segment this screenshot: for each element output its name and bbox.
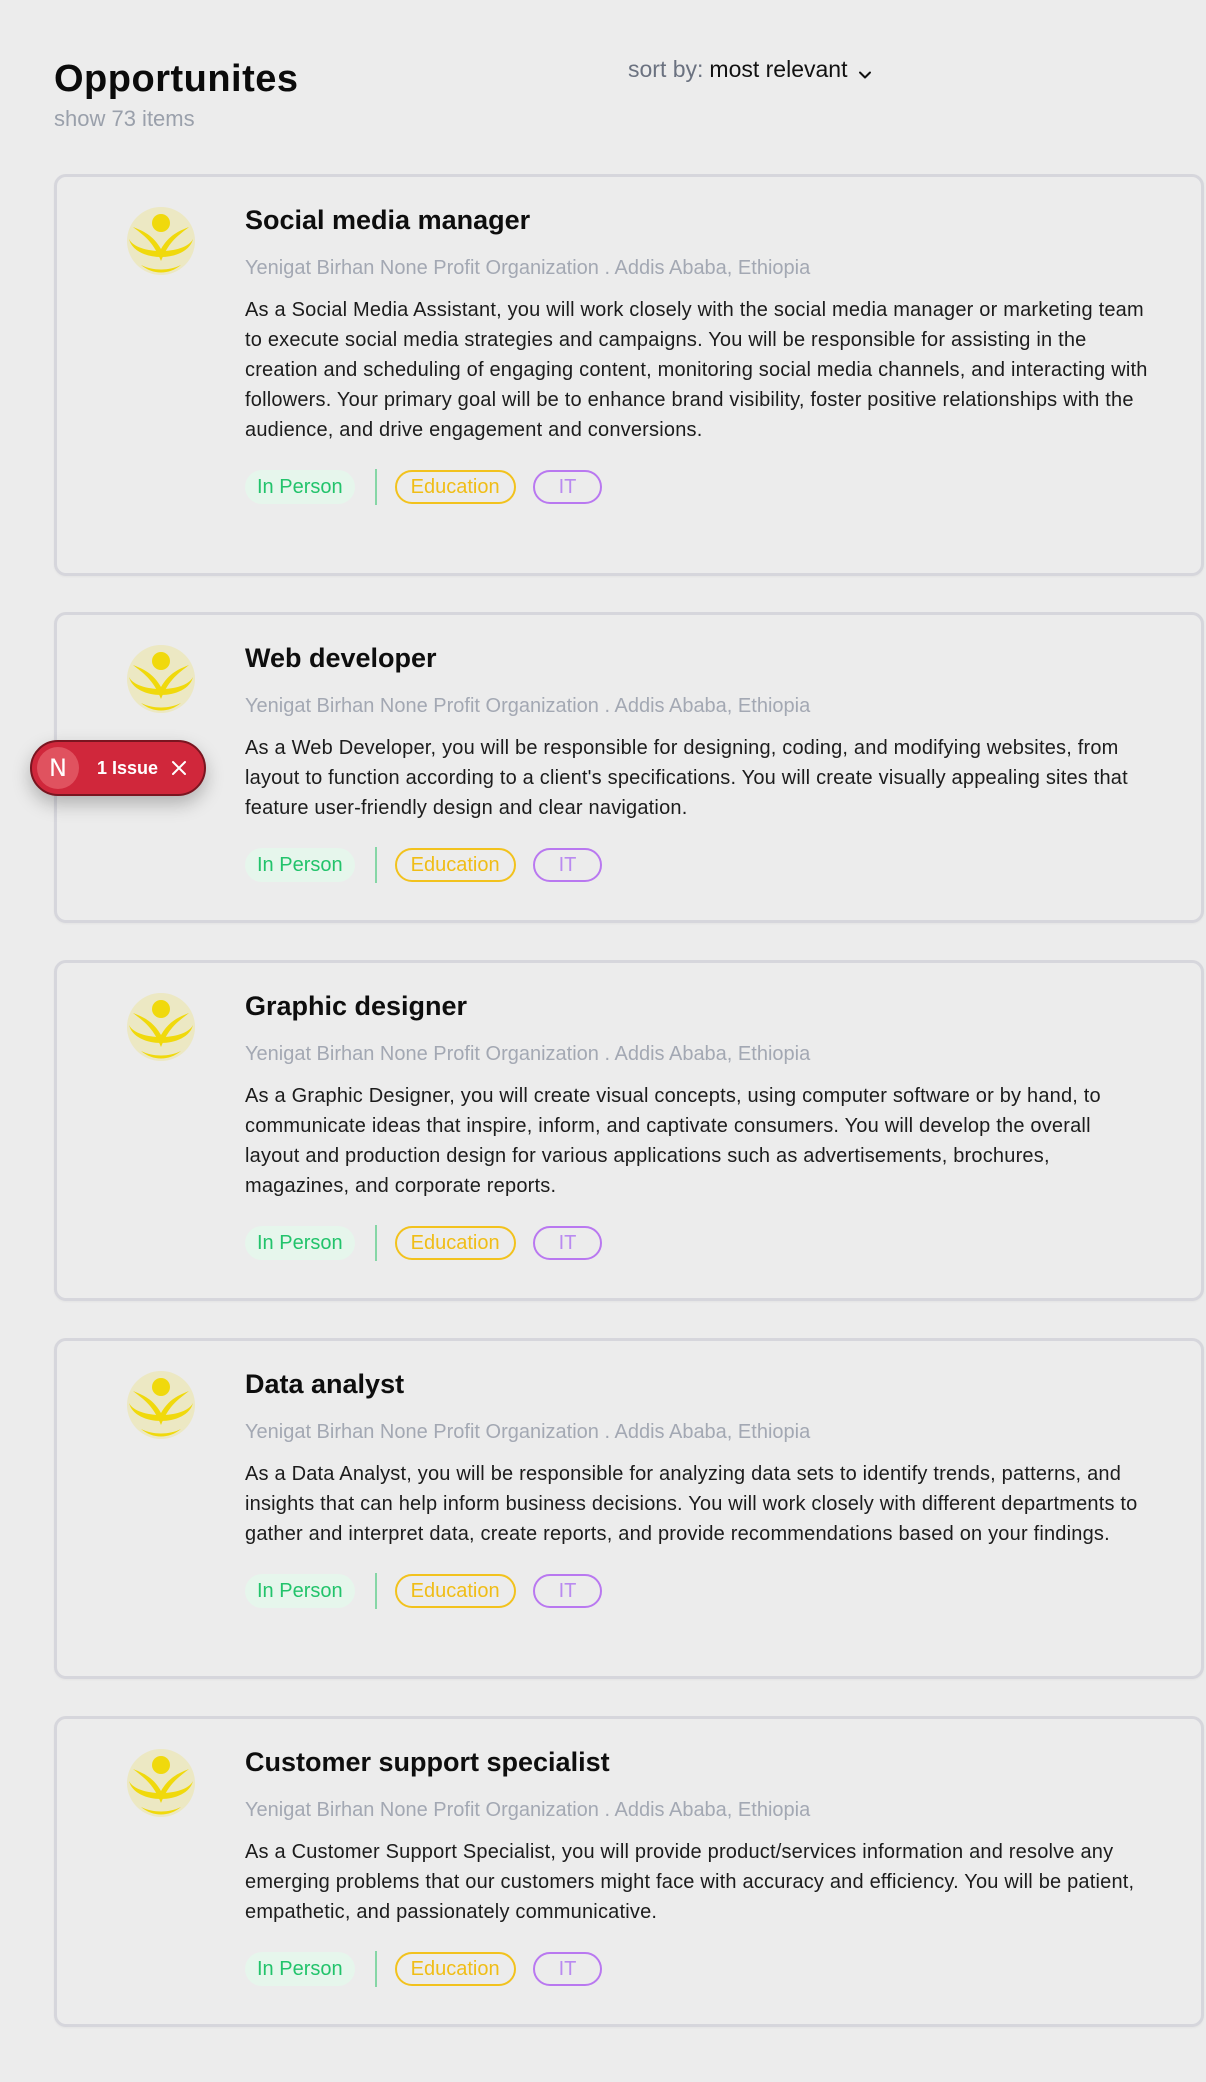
job-organization: Yenigat Birhan None Profit Organization …	[245, 1043, 811, 1065]
tag-in-person: In Person	[245, 1226, 355, 1260]
job-card[interactable]: Data analyst Yenigat Birhan None Profit …	[54, 1338, 1204, 1679]
job-card[interactable]: Web developer Yenigat Birhan None Profit…	[54, 612, 1204, 923]
job-organization: Yenigat Birhan None Profit Organization …	[245, 1799, 811, 1821]
page-title: Opportunites	[54, 58, 299, 100]
tag-in-person: In Person	[245, 1574, 355, 1608]
tag-education: Education	[394, 848, 516, 882]
tag-divider	[374, 469, 377, 505]
page-header: Opportunites show 73 items	[54, 56, 299, 132]
job-description: As a Customer Support Specialist, you wi…	[245, 1841, 1135, 1923]
job-card[interactable]: Social media manager Yenigat Birhan None…	[54, 174, 1204, 576]
tag-it: IT	[532, 1574, 603, 1608]
job-title[interactable]: Web developer	[245, 641, 1151, 675]
job-title[interactable]: Graphic designer	[245, 989, 1151, 1023]
job-title[interactable]: Data analyst	[245, 1367, 1151, 1401]
tag-divider	[374, 847, 377, 883]
item-count: show 73 items	[54, 106, 195, 131]
tag-divider	[374, 1573, 377, 1609]
organization-logo-icon	[125, 991, 197, 1063]
organization-logo-icon	[125, 1747, 197, 1819]
job-organization: Yenigat Birhan None Profit Organization …	[245, 1421, 811, 1443]
tag-divider	[374, 1951, 377, 1987]
job-organization: Yenigat Birhan None Profit Organization …	[245, 257, 811, 279]
job-card[interactable]: Customer support specialist Yenigat Birh…	[54, 1716, 1204, 2027]
organization-logo-icon	[125, 643, 197, 715]
tag-it: IT	[532, 848, 603, 882]
job-description: As a Social Media Assistant, you will wo…	[245, 299, 1148, 441]
tag-it: IT	[532, 1226, 603, 1260]
tag-education: Education	[394, 470, 516, 504]
job-organization: Yenigat Birhan None Profit Organization …	[245, 695, 811, 717]
organization-logo-icon	[125, 205, 197, 277]
tag-in-person: In Person	[245, 1952, 355, 1986]
tag-education: Education	[394, 1574, 516, 1608]
tag-it: IT	[532, 1952, 603, 1986]
job-description: As a Graphic Designer, you will create v…	[245, 1085, 1101, 1197]
sort-value: most relevant	[709, 56, 848, 82]
tag-education: Education	[394, 1226, 516, 1260]
tag-in-person: In Person	[245, 470, 355, 504]
job-title[interactable]: Social media manager	[245, 203, 1151, 237]
close-icon[interactable]	[170, 759, 188, 777]
next-logo-icon: N	[37, 747, 79, 789]
job-tags: In Person Education IT	[245, 847, 1151, 883]
tag-in-person: In Person	[245, 848, 355, 882]
sort-label: sort by:	[628, 56, 704, 82]
job-title[interactable]: Customer support specialist	[245, 1745, 1151, 1779]
tag-divider	[374, 1225, 377, 1261]
issues-badge[interactable]: N 1 Issue	[30, 740, 206, 796]
chevron-down-icon	[857, 62, 873, 78]
issue-count: 1 Issue	[97, 757, 159, 778]
job-card[interactable]: Graphic designer Yenigat Birhan None Pro…	[54, 960, 1204, 1301]
organization-logo-icon	[125, 1369, 197, 1441]
job-description: As a Web Developer, you will be responsi…	[245, 737, 1128, 819]
job-tags: In Person Education IT	[245, 1951, 1151, 1987]
job-tags: In Person Education IT	[245, 1225, 1151, 1261]
job-tags: In Person Education IT	[245, 1573, 1151, 1609]
job-description: As a Data Analyst, you will be responsib…	[245, 1463, 1138, 1545]
job-tags: In Person Education IT	[245, 469, 1151, 505]
sort-dropdown[interactable]: sort by: most relevant	[628, 56, 873, 83]
tag-education: Education	[394, 1952, 516, 1986]
tag-it: IT	[532, 470, 603, 504]
